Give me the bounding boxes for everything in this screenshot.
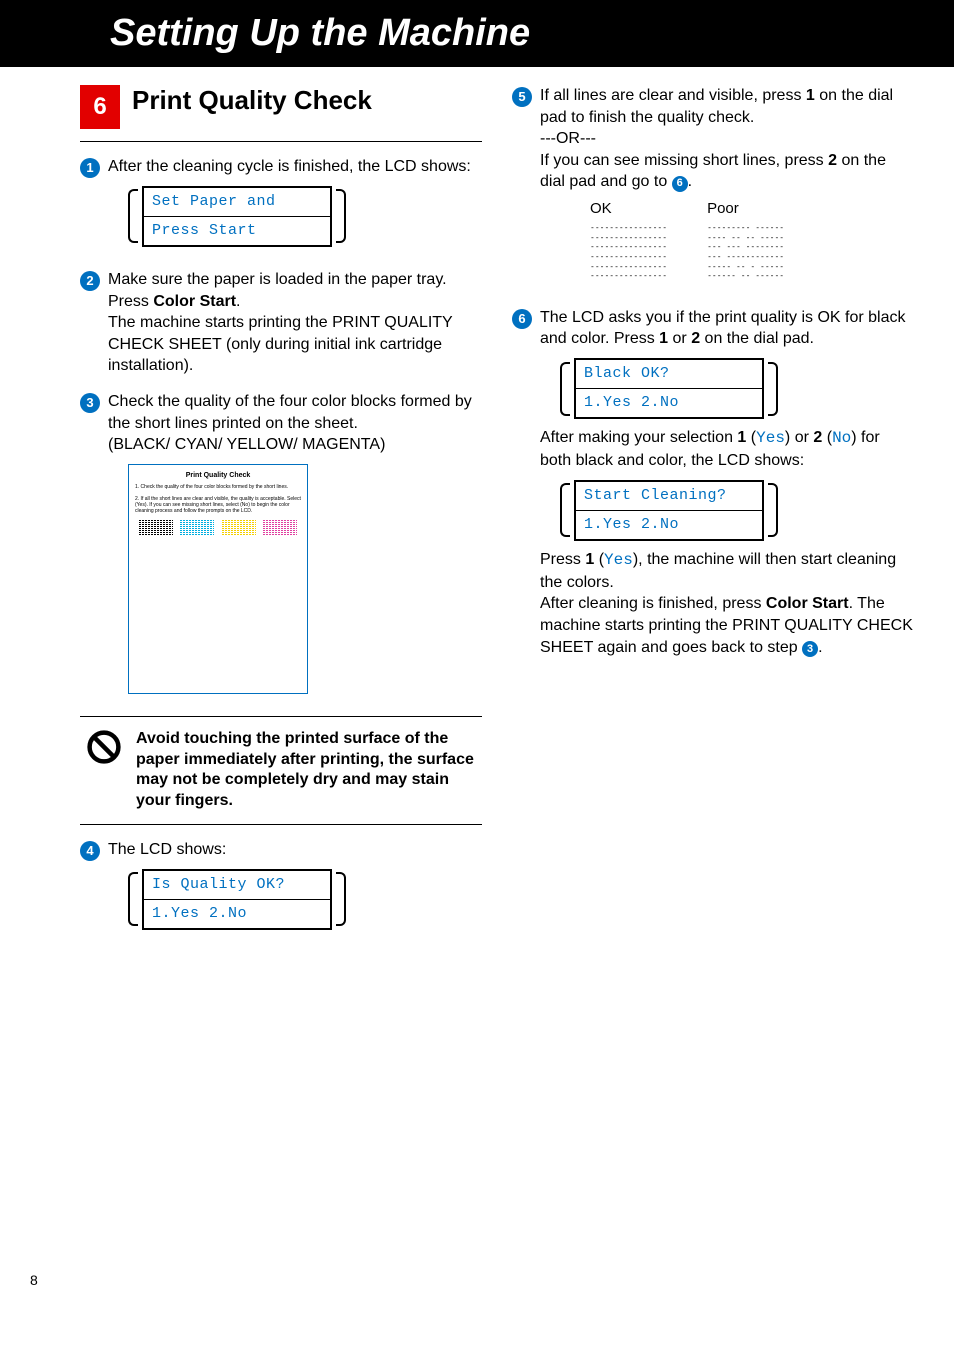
s6-p2a: After making your selection bbox=[540, 429, 737, 446]
prohibit-icon bbox=[86, 729, 122, 765]
ref-badge-6: 6 bbox=[672, 176, 688, 192]
qs-block-yellow bbox=[222, 520, 256, 542]
header-band: Setting Up the Machine bbox=[0, 0, 954, 67]
step-badge-3: 3 bbox=[80, 393, 100, 413]
step-badge-1: 1 bbox=[80, 158, 100, 178]
s6-p1c: or bbox=[668, 330, 691, 347]
s5-p1b: 1 bbox=[806, 87, 815, 104]
s6-p2d: ) or bbox=[785, 429, 813, 446]
lcd-display-4: Is Quality OK? 1.Yes 2.No bbox=[128, 869, 482, 931]
qs-block-cyan bbox=[180, 520, 214, 542]
step2-text3: The machine starts printing the PRINT QU… bbox=[108, 312, 482, 377]
warning-box: Avoid touching the printed surface of th… bbox=[80, 716, 482, 825]
qs-title: Print Quality Check bbox=[135, 471, 301, 480]
s6-p1e: on the dial pad. bbox=[700, 330, 814, 347]
page-title: Setting Up the Machine bbox=[110, 12, 914, 55]
step2-colorstart: Color Start bbox=[153, 293, 236, 310]
lcd4-line2: 1.Yes 2.No bbox=[144, 899, 330, 928]
step-1: 1 After the cleaning cycle is finished, … bbox=[80, 156, 482, 255]
s6-p4a: After cleaning is finished, press bbox=[540, 595, 766, 612]
s5-p1a: If all lines are clear and visible, pres… bbox=[540, 87, 806, 104]
step4-text: The LCD shows: bbox=[108, 841, 226, 858]
s6-p4b: Color Start bbox=[766, 595, 849, 612]
step-5: 5 If all lines are clear and visible, pr… bbox=[512, 85, 914, 293]
s6-yes2: Yes bbox=[604, 551, 633, 569]
lcd6b-line1: Start Cleaning? bbox=[576, 482, 762, 510]
lcd6a-line1: Black OK? bbox=[576, 360, 762, 388]
section-rule bbox=[80, 141, 482, 142]
s6-p3c: ( bbox=[594, 551, 604, 568]
lcd6a-line2: 1.Yes 2.No bbox=[576, 388, 762, 417]
ok-label: OK bbox=[590, 199, 667, 219]
s5-p2b: 2 bbox=[828, 152, 837, 169]
step2-text1: Make sure the paper is loaded in the pap… bbox=[108, 269, 482, 291]
section-number-box: 6 bbox=[80, 85, 120, 129]
ref-badge-3: 3 bbox=[802, 641, 818, 657]
step2-text2a: Press bbox=[108, 293, 153, 310]
s6-no1: No bbox=[832, 429, 851, 447]
step3-text2: (BLACK/ CYAN/ YELLOW/ MAGENTA) bbox=[108, 434, 482, 456]
lcd1-line1: Set Paper and bbox=[144, 188, 330, 216]
right-column: 5 If all lines are clear and visible, pr… bbox=[512, 85, 914, 952]
warning-text: Avoid touching the printed surface of th… bbox=[136, 729, 476, 812]
s6-p3a: Press bbox=[540, 551, 585, 568]
s6-p2c: ( bbox=[746, 429, 756, 446]
step-2: 2 Make sure the paper is loaded in the p… bbox=[80, 269, 482, 377]
s6-p2b: 1 bbox=[737, 429, 746, 446]
s5-p2d: . bbox=[688, 173, 692, 190]
section-title: Print Quality Check bbox=[132, 85, 372, 116]
lcd6b-line2: 1.Yes 2.No bbox=[576, 510, 762, 539]
s6-p4d: . bbox=[818, 639, 822, 656]
qs-block-black bbox=[139, 520, 173, 542]
step-badge-5: 5 bbox=[512, 87, 532, 107]
step3-text1: Check the quality of the four color bloc… bbox=[108, 391, 482, 434]
step1-text: After the cleaning cycle is finished, th… bbox=[108, 158, 471, 175]
step-badge-2: 2 bbox=[80, 271, 100, 291]
quality-check-sheet: Print Quality Check 1. Check the quality… bbox=[128, 464, 308, 694]
s5-p2a: If you can see missing short lines, pres… bbox=[540, 152, 828, 169]
poor-label: Poor bbox=[707, 199, 784, 219]
s6-p1b: 1 bbox=[659, 330, 668, 347]
poor-pattern: --------- ------ ---- -- -- ----- --- --… bbox=[707, 223, 784, 281]
ok-pattern: ---------------- ---------------- ------… bbox=[590, 223, 667, 281]
qs-bullet1: 1. Check the quality of the four color b… bbox=[135, 484, 301, 490]
lcd4-line1: Is Quality OK? bbox=[144, 871, 330, 899]
s6-p3b: 1 bbox=[585, 551, 594, 568]
step-3: 3 Check the quality of the four color bl… bbox=[80, 391, 482, 702]
qs-bullet2: 2. If all the short lines are clear and … bbox=[135, 496, 301, 514]
step-badge-6: 6 bbox=[512, 309, 532, 329]
lcd1-line2: Press Start bbox=[144, 216, 330, 245]
step-badge-4: 4 bbox=[80, 841, 100, 861]
s6-p1d: 2 bbox=[691, 330, 700, 347]
left-column: 6 Print Quality Check 1 After the cleani… bbox=[80, 85, 482, 952]
s5-or: ---OR--- bbox=[540, 128, 914, 150]
page-number: 8 bbox=[30, 1272, 954, 1288]
step2-text2c: . bbox=[236, 293, 240, 310]
step-6: 6 The LCD asks you if the print quality … bbox=[512, 307, 914, 658]
s6-p2e: 2 bbox=[813, 429, 822, 446]
lcd-display-6a: Black OK? 1.Yes 2.No bbox=[560, 358, 914, 420]
s6-p2f: ( bbox=[822, 429, 832, 446]
lcd-display-1: Set Paper and Press Start bbox=[128, 186, 482, 248]
s6-yes1: Yes bbox=[756, 429, 785, 447]
qs-block-magenta bbox=[263, 520, 297, 542]
step-4: 4 The LCD shows: Is Quality OK? 1.Yes 2.… bbox=[80, 839, 482, 938]
lcd-display-6b: Start Cleaning? 1.Yes 2.No bbox=[560, 480, 914, 542]
